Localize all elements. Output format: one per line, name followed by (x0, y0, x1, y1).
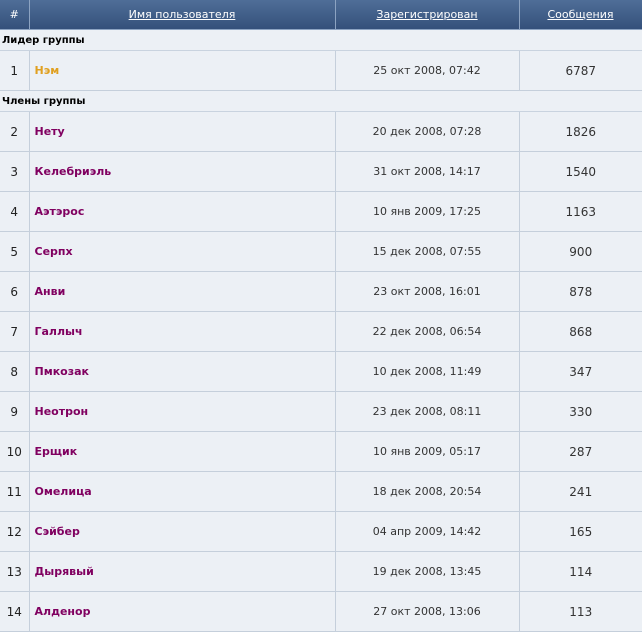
header-num: # (0, 0, 30, 30)
registered-date: 10 янв 2009, 17:25 (335, 191, 520, 232)
table-row: 5 Серпх 15 дек 2008, 07:55 900 (0, 231, 642, 272)
registered-date: 23 дек 2008, 08:11 (335, 391, 520, 432)
header-num-label: # (9, 8, 19, 21)
row-number: 11 (0, 471, 30, 512)
username-cell: Алденор (29, 591, 336, 632)
post-count: 878 (519, 271, 642, 312)
post-count: 868 (519, 311, 642, 352)
username-link[interactable]: Аэтэрос (35, 205, 85, 218)
row-number: 5 (0, 231, 30, 272)
username-cell: Серпх (29, 231, 336, 272)
registered-date: 18 дек 2008, 20:54 (335, 471, 520, 512)
username-link[interactable]: Анви (35, 285, 66, 298)
post-count: 6787 (519, 50, 642, 91)
registered-date: 20 дек 2008, 07:28 (335, 111, 520, 152)
table-header-row: # Имя пользователя Зарегистрирован Сообщ… (0, 0, 642, 30)
row-number: 10 (0, 431, 30, 472)
table-row: 10 Ерщик 10 янв 2009, 05:17 287 (0, 431, 642, 472)
post-count: 287 (519, 431, 642, 472)
username-link[interactable]: Неотрон (35, 405, 89, 418)
row-number: 14 (0, 591, 30, 632)
header-registered: Зарегистрирован (334, 0, 520, 30)
registered-date: 27 окт 2008, 13:06 (335, 591, 520, 632)
registered-date: 25 окт 2008, 07:42 (335, 50, 520, 91)
username-link[interactable]: Ерщик (35, 445, 78, 458)
username-link[interactable]: Сэйбер (35, 525, 80, 538)
group-title-leaders: Лидер группы (0, 29, 642, 51)
table-body: Лидер группы 1 Нэм 25 окт 2008, 07:42 6787 Ч… (0, 29, 642, 632)
username-cell: Келебриэль (29, 151, 336, 192)
username-cell: Дырявый (29, 551, 336, 592)
registered-date: 04 апр 2009, 14:42 (335, 511, 520, 552)
post-count: 1826 (519, 111, 642, 152)
post-count: 1163 (519, 191, 642, 232)
username-cell: Галлыч (29, 311, 336, 352)
username-cell: Омелица (29, 471, 336, 512)
username-cell: Нету (29, 111, 336, 152)
post-count: 113 (519, 591, 642, 632)
post-count: 165 (519, 511, 642, 552)
table-row: 12 Сэйбер 04 апр 2009, 14:42 165 (0, 511, 642, 552)
row-number: 12 (0, 511, 30, 552)
table-row: 7 Галлыч 22 дек 2008, 06:54 868 (0, 311, 642, 352)
group-title-members: Члены группы (0, 90, 642, 112)
registered-date: 22 дек 2008, 06:54 (335, 311, 520, 352)
header-posts: Сообщения (518, 0, 642, 30)
username-link[interactable]: Нэм (35, 64, 60, 77)
username-link[interactable]: Пмкозак (35, 365, 90, 378)
registered-date: 19 дек 2008, 13:45 (335, 551, 520, 592)
registered-date: 15 дек 2008, 07:55 (335, 231, 520, 272)
registered-date: 10 янв 2009, 05:17 (335, 431, 520, 472)
post-count: 900 (519, 231, 642, 272)
username-cell: Сэйбер (29, 511, 336, 552)
username-cell: Анви (29, 271, 336, 312)
registered-date: 10 дек 2008, 11:49 (335, 351, 520, 392)
post-count: 347 (519, 351, 642, 392)
row-number: 6 (0, 271, 30, 312)
username-link[interactable]: Омелица (35, 485, 92, 498)
sort-by-posts-link[interactable]: Сообщения (547, 8, 613, 21)
username-link[interactable]: Нету (35, 125, 65, 138)
username-link[interactable]: Алденор (35, 605, 91, 618)
row-number: 1 (0, 50, 30, 91)
row-number: 9 (0, 391, 30, 432)
table-row: 4 Аэтэрос 10 янв 2009, 17:25 1163 (0, 191, 642, 232)
username-cell: Неотрон (29, 391, 336, 432)
group-header-leaders: Лидер группы (0, 29, 642, 51)
row-number: 7 (0, 311, 30, 352)
username-link[interactable]: Келебриэль (35, 165, 112, 178)
username-link[interactable]: Серпх (35, 245, 73, 258)
table-row: 3 Келебриэль 31 окт 2008, 14:17 1540 (0, 151, 642, 192)
username-cell: Нэм (29, 50, 336, 91)
row-number: 2 (0, 111, 30, 152)
post-count: 114 (519, 551, 642, 592)
table-row: 9 Неотрон 23 дек 2008, 08:11 330 (0, 391, 642, 432)
row-number: 8 (0, 351, 30, 392)
group-header-members: Члены группы (0, 90, 642, 112)
row-number: 13 (0, 551, 30, 592)
registered-date: 31 окт 2008, 14:17 (335, 151, 520, 192)
row-number: 3 (0, 151, 30, 192)
sort-by-registered-link[interactable]: Зарегистрирован (376, 8, 477, 21)
username-cell: Пмкозак (29, 351, 336, 392)
post-count: 330 (519, 391, 642, 432)
member-list-table: # Имя пользователя Зарегистрирован Сообщ… (0, 0, 642, 632)
row-number: 4 (0, 191, 30, 232)
table-row: 14 Алденор 27 окт 2008, 13:06 113 (0, 591, 642, 632)
username-link[interactable]: Галлыч (35, 325, 83, 338)
table-row: 11 Омелица 18 дек 2008, 20:54 241 (0, 471, 642, 512)
table-row: 2 Нету 20 дек 2008, 07:28 1826 (0, 111, 642, 152)
post-count: 241 (519, 471, 642, 512)
table-row: 1 Нэм 25 окт 2008, 07:42 6787 (0, 50, 642, 91)
table-row: 6 Анви 23 окт 2008, 16:01 878 (0, 271, 642, 312)
username-link[interactable]: Дырявый (35, 565, 94, 578)
sort-by-username-link[interactable]: Имя пользователя (129, 8, 236, 21)
table-row: 8 Пмкозак 10 дек 2008, 11:49 347 (0, 351, 642, 392)
username-cell: Аэтэрос (29, 191, 336, 232)
registered-date: 23 окт 2008, 16:01 (335, 271, 520, 312)
post-count: 1540 (519, 151, 642, 192)
header-username: Имя пользователя (28, 0, 336, 30)
username-cell: Ерщик (29, 431, 336, 472)
table-row: 13 Дырявый 19 дек 2008, 13:45 114 (0, 551, 642, 592)
